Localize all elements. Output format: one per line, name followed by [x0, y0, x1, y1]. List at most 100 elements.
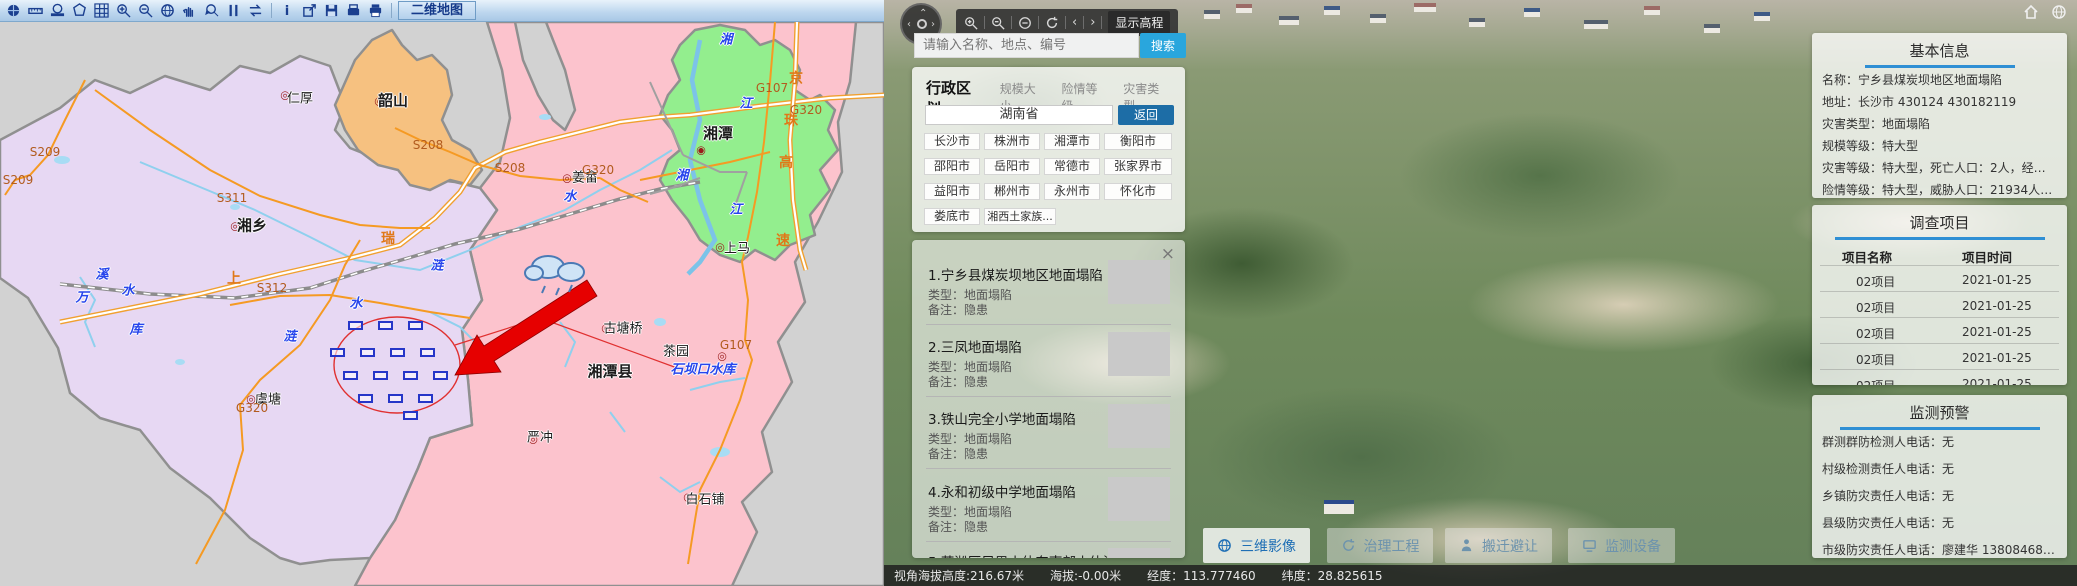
- export-icon[interactable]: [300, 2, 319, 20]
- swap-arrows-icon[interactable]: [246, 2, 265, 20]
- list-item-title[interactable]: 5.芦淞区凤凰山体东南部山体滑坡: [928, 551, 1130, 558]
- zoom-out-icon[interactable]: [991, 16, 1005, 30]
- city-button[interactable]: 湘潭市: [1044, 133, 1100, 150]
- road-label: S208: [495, 161, 526, 175]
- print-preview-icon[interactable]: [344, 2, 363, 20]
- pan-right-arrow[interactable]: ›: [931, 20, 935, 30]
- city-button[interactable]: 邵阳市: [924, 158, 980, 175]
- zoom-out-icon[interactable]: [136, 2, 155, 20]
- list-item-title[interactable]: 2.三凤地面塌陷: [928, 336, 1022, 356]
- place-label: 韶山: [378, 90, 408, 111]
- info-icon[interactable]: i: [278, 2, 297, 20]
- zoom-in-icon[interactable]: [964, 16, 978, 30]
- info-row: 灾害类型：地面塌陷: [1812, 115, 2067, 132]
- list-item-thumbnail[interactable]: [1108, 404, 1170, 448]
- latitude: 纬度：28.825615: [1282, 567, 1383, 584]
- city-button[interactable]: 郴州市: [984, 183, 1040, 200]
- river-label: 水: [121, 280, 134, 299]
- zoom-in-icon[interactable]: [114, 2, 133, 20]
- list-item-title[interactable]: 1.宁乡县煤炭坝地区地面塌陷: [928, 264, 1103, 284]
- mode-button-relocation[interactable]: 搬迁避让: [1445, 528, 1552, 563]
- expressway-label: 珠: [784, 110, 798, 130]
- mode-button-monitor-devices[interactable]: 监测设备: [1568, 528, 1675, 563]
- column-header: 项目名称: [1842, 247, 1892, 266]
- list-item-thumbnail[interactable]: [1108, 548, 1170, 558]
- column-header: 项目时间: [1962, 247, 2012, 266]
- mode-button-label: 治理工程: [1364, 536, 1420, 556]
- mode-button-label: 监测设备: [1605, 536, 1661, 556]
- grid-icon[interactable]: [92, 2, 111, 20]
- refresh-icon: [1341, 538, 1356, 553]
- show-elevation-button[interactable]: 显示高程: [1108, 11, 1170, 34]
- arrow-right-icon[interactable]: ›: [1090, 15, 1095, 30]
- city-button[interactable]: 常德市: [1044, 158, 1100, 175]
- table-cell[interactable]: 02项目: [1856, 377, 1895, 385]
- river-label: 江: [739, 93, 752, 112]
- layers-icon[interactable]: [4, 2, 23, 20]
- tab-2d-map[interactable]: 二维地图: [398, 1, 476, 20]
- list-item-thumbnail[interactable]: [1108, 477, 1170, 521]
- city-button[interactable]: 张家界市: [1104, 158, 1172, 175]
- measure-area-icon[interactable]: [48, 2, 67, 20]
- table-cell[interactable]: 02项目: [1856, 299, 1895, 316]
- mode-button-3d-imagery[interactable]: 三维影像: [1203, 528, 1310, 563]
- river-label: 江: [729, 199, 742, 218]
- pan-left-arrow[interactable]: ‹: [907, 20, 911, 30]
- table-cell[interactable]: 02项目: [1856, 273, 1895, 290]
- globe-icon[interactable]: [2051, 4, 2067, 24]
- list-item-note: 备注：隐患: [928, 445, 988, 462]
- list-item-thumbnail[interactable]: [1108, 332, 1170, 376]
- monitor-row: 市级防灾责任人电话：廖建华 13808468606: [1812, 541, 2067, 558]
- place-label: 湘乡: [237, 215, 267, 236]
- city-button[interactable]: 娄底市: [924, 208, 980, 225]
- circle-minus-icon[interactable]: [1018, 16, 1032, 30]
- list-item-thumbnail[interactable]: [1108, 260, 1170, 304]
- city-button[interactable]: 怀化市: [1104, 183, 1172, 200]
- city-button[interactable]: 衡阳市: [1104, 133, 1172, 150]
- table-cell[interactable]: 02项目: [1856, 351, 1895, 368]
- map-toolbar: i 二维地图: [0, 0, 884, 22]
- pan-hand-icon[interactable]: [180, 2, 199, 20]
- place-label: 湘潭县: [587, 361, 632, 382]
- search-bar: 搜索: [914, 33, 1186, 58]
- list-item-title[interactable]: 3.铁山完全小学地面塌陷: [928, 408, 1076, 428]
- person-icon: [1459, 538, 1474, 553]
- save-icon[interactable]: [322, 2, 341, 20]
- mode-button-treatment-works[interactable]: 治理工程: [1327, 528, 1433, 563]
- city-button[interactable]: 益阳市: [924, 183, 980, 200]
- measure-polygon-icon[interactable]: [70, 2, 89, 20]
- river-label: 库: [129, 319, 142, 338]
- river-label: 万: [75, 287, 88, 306]
- city-button[interactable]: 永州市: [1044, 183, 1100, 200]
- pan-center-ring[interactable]: [917, 19, 927, 29]
- back-button[interactable]: 返回: [1118, 105, 1174, 125]
- city-button[interactable]: 长沙市: [924, 133, 980, 150]
- globe-icon[interactable]: [158, 2, 177, 20]
- search-input[interactable]: [914, 33, 1139, 58]
- map-canvas[interactable]: ◎ ◎ ◎ ◉ ◎ ◎ ◎ ◎ ◉ ◎ ◎ ◎ 仁厚 韶山 湘乡 湘潭 姜畲 上…: [0, 22, 884, 586]
- list-item-note: 备注：隐患: [928, 373, 988, 390]
- list-item-title[interactable]: 4.永和初级中学地面塌陷: [928, 481, 1076, 501]
- city-button[interactable]: 岳阳市: [984, 158, 1040, 175]
- printer-icon[interactable]: [366, 2, 385, 20]
- city-button[interactable]: 株洲市: [984, 133, 1040, 150]
- table-cell[interactable]: 02项目: [1856, 325, 1895, 342]
- rotate-reset-icon[interactable]: [1045, 16, 1059, 30]
- zoom-previous-icon[interactable]: [202, 2, 221, 20]
- home-icon[interactable]: [2023, 4, 2039, 24]
- arrow-left-icon[interactable]: ‹: [1072, 15, 1077, 30]
- pause-icon[interactable]: [224, 2, 243, 20]
- info-row: 名称：宁乡县煤炭坝地区地面塌陷: [1812, 71, 2067, 88]
- toolbar-separator: [271, 3, 272, 18]
- pan-up-arrow[interactable]: ⌃: [919, 9, 927, 19]
- monitor-row: 村级检测责任人电话：无: [1812, 460, 2067, 477]
- search-button[interactable]: 搜索: [1140, 33, 1186, 58]
- province-button[interactable]: 湖南省: [925, 105, 1113, 125]
- place-label: 白石铺: [685, 489, 724, 508]
- map-3d-window[interactable]: ⌃ ⌄ ‹ › ‹ › 显示高程: [884, 0, 2077, 586]
- measure-distance-icon[interactable]: [26, 2, 45, 20]
- info-row: 地址：长沙市 430124 430182119: [1812, 93, 2067, 110]
- viewer-toolbar: ‹ › 显示高程: [956, 9, 1178, 36]
- road-label: S209: [30, 145, 61, 159]
- city-button[interactable]: 湘西土家族...: [984, 208, 1056, 225]
